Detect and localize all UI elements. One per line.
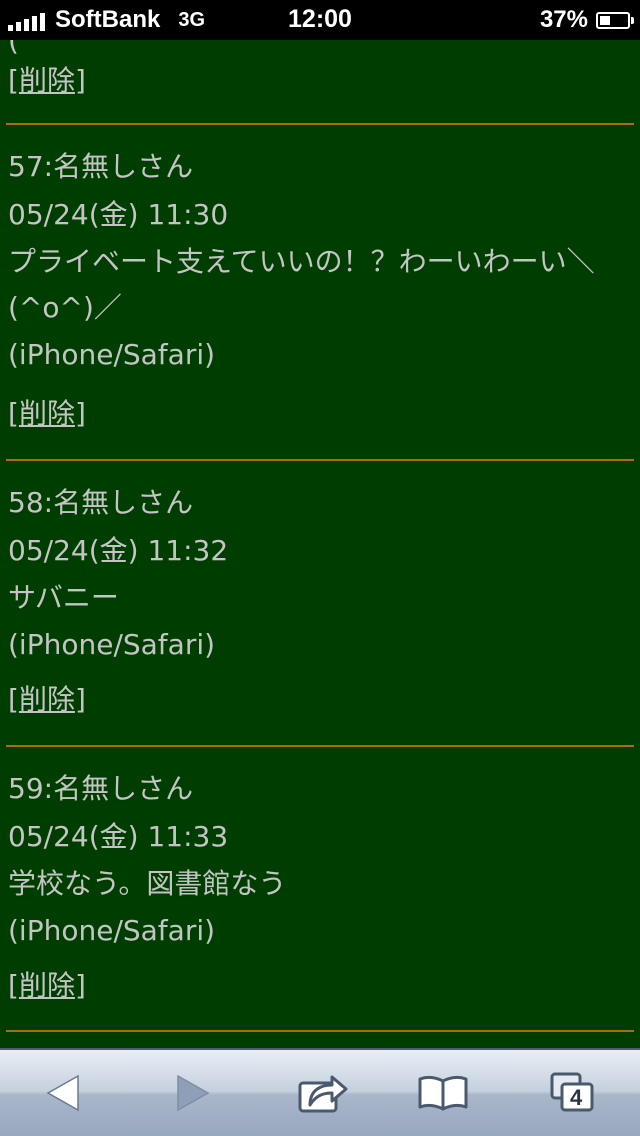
post-date: 05/24(金) 11:33 xyxy=(8,820,229,853)
delete-link-56: [削除] xyxy=(8,64,86,97)
post-date: 05/24(金) 11:32 xyxy=(8,534,229,567)
post-message: 学校なう。図書館なう xyxy=(8,867,287,900)
post-client: (iPhone/Safari) xyxy=(8,914,216,947)
bookmarks-button[interactable] xyxy=(403,1064,483,1122)
share-icon xyxy=(298,1075,348,1113)
forward-arrow-icon xyxy=(177,1074,210,1112)
delete-link[interactable]: 削除 xyxy=(19,397,75,430)
battery-icon xyxy=(596,11,634,29)
back-arrow-icon xyxy=(46,1074,79,1112)
post-59: 59:名無しさん 05/24(金) 11:33 学校なう。図書館なう (iPho… xyxy=(8,765,628,955)
post-58: 58:名無しさん 05/24(金) 11:32 サバニー (iPhone/Saf… xyxy=(8,479,628,669)
delete-link[interactable]: 削除 xyxy=(19,969,75,1002)
tab-count: 4 xyxy=(570,1085,583,1110)
post-date: 05/24(金) 11:30 xyxy=(8,198,229,231)
post-message: プライベート支えていいの！？わーいわーい＼(^o^)／ xyxy=(8,245,595,324)
forward-button[interactable] xyxy=(152,1064,232,1122)
divider xyxy=(6,1030,634,1032)
post-header: 59:名無しさん xyxy=(8,772,194,805)
divider xyxy=(6,123,634,125)
delete-link-57: [削除] xyxy=(8,397,86,430)
post-message: サバニー xyxy=(8,581,119,614)
page-content[interactable]: ( [削除] 57:名無しさん 05/24(金) 11:30 プライベート支えて… xyxy=(0,40,640,1048)
post-client: (iPhone/Safari) xyxy=(8,338,216,371)
tabs-button[interactable]: 4 xyxy=(533,1064,613,1122)
post-header: 57:名無しさん xyxy=(8,150,194,183)
delete-link-59: [削除] xyxy=(8,969,86,1002)
delete-link[interactable]: 削除 xyxy=(19,683,75,716)
post-57: 57:名無しさん 05/24(金) 11:30 プライベート支えていいの！？わー… xyxy=(8,143,628,379)
back-button[interactable] xyxy=(24,1064,104,1122)
delete-link-58: [削除] xyxy=(8,683,86,716)
book-icon xyxy=(418,1075,468,1111)
status-bar: SoftBank 3G 12:00 37% xyxy=(0,0,640,40)
divider xyxy=(6,745,634,747)
divider xyxy=(6,459,634,461)
post-client: (iPhone/Safari) xyxy=(8,628,216,661)
browser-toolbar: 4 xyxy=(0,1048,640,1136)
share-button[interactable] xyxy=(283,1064,363,1122)
delete-link[interactable]: 削除 xyxy=(19,64,75,97)
battery-percent: 37% xyxy=(539,6,588,33)
post-header: 58:名無しさん xyxy=(8,486,194,519)
